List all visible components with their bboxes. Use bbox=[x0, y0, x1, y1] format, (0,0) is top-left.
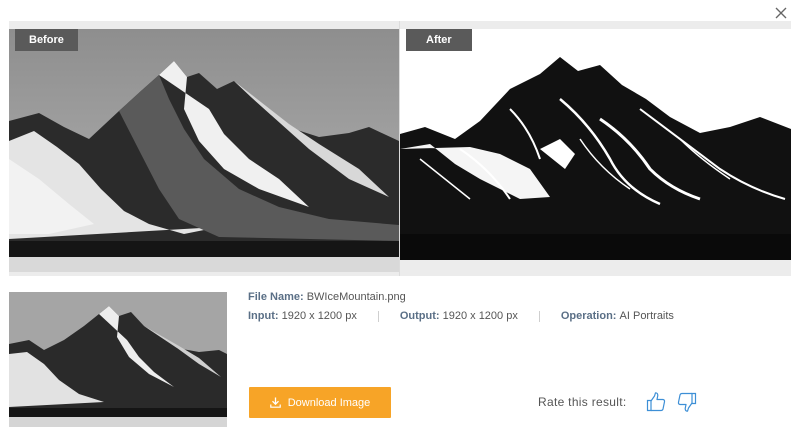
file-name-value: BWIceMountain.png bbox=[306, 291, 406, 303]
before-image bbox=[9, 29, 399, 272]
before-label: Before bbox=[15, 29, 78, 51]
thumbnail-image bbox=[9, 292, 227, 427]
after-image bbox=[400, 29, 791, 260]
thumbs-up-button[interactable] bbox=[645, 391, 667, 413]
output-key: Output: bbox=[399, 310, 440, 322]
close-button[interactable] bbox=[774, 6, 788, 20]
thumbs-down-icon bbox=[678, 392, 697, 412]
file-name-row: File Name: BWIceMountain.png bbox=[248, 289, 674, 305]
before-pane: Before bbox=[9, 29, 399, 272]
thumbs-up-icon bbox=[647, 392, 666, 412]
info-separator bbox=[377, 310, 379, 322]
thumbs-down-button[interactable] bbox=[676, 391, 698, 413]
rate-result: Rate this result: bbox=[538, 391, 707, 413]
rate-label: Rate this result: bbox=[538, 395, 627, 409]
before-after-comparison: Before After bbox=[9, 21, 791, 276]
after-pane: After bbox=[400, 29, 791, 260]
info-separator bbox=[538, 310, 540, 322]
download-icon bbox=[269, 397, 281, 408]
file-info: File Name: BWIceMountain.png Input: 1920… bbox=[248, 289, 674, 324]
file-name-key: File Name: bbox=[248, 291, 304, 303]
result-thumbnail bbox=[9, 292, 227, 427]
input-value: 1920 x 1200 px bbox=[281, 310, 357, 322]
operation-value: AI Portraits bbox=[619, 310, 674, 322]
result-dialog: Before After File Name: BWIceMountain.pn… bbox=[0, 0, 800, 443]
output-value: 1920 x 1200 px bbox=[442, 310, 518, 322]
operation-key: Operation: bbox=[560, 310, 617, 322]
download-image-button[interactable]: Download Image bbox=[249, 387, 391, 418]
close-icon bbox=[775, 7, 787, 19]
input-key: Input: bbox=[248, 310, 279, 322]
download-label: Download Image bbox=[287, 396, 371, 409]
file-specs-row: Input: 1920 x 1200 px Output: 1920 x 120… bbox=[248, 308, 674, 324]
after-label: After bbox=[406, 29, 472, 51]
